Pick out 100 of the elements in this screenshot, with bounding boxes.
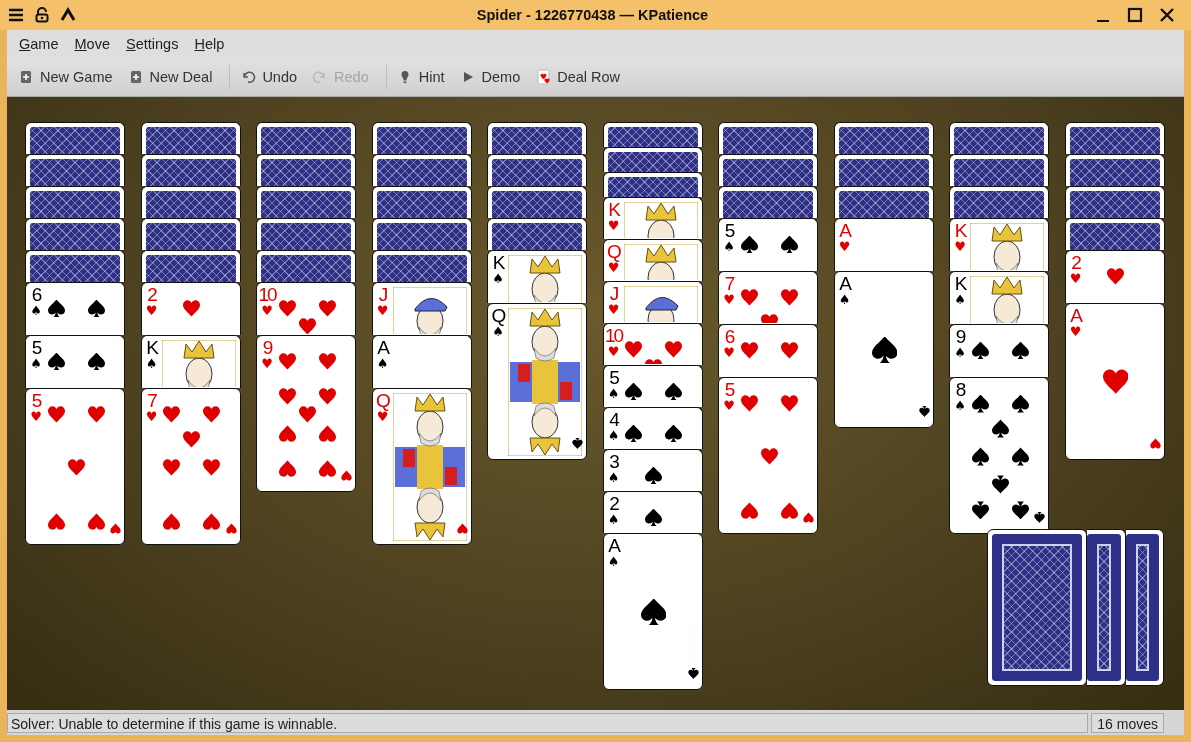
- card-suit: ♥: [30, 410, 42, 423]
- card-back[interactable]: [256, 250, 356, 282]
- playing-card[interactable]: A ♥: [1064, 303, 1165, 460]
- playing-card[interactable]: 2 ♠: [602, 491, 703, 533]
- playing-card[interactable]: Q ♠: [487, 303, 587, 460]
- card-back[interactable]: [718, 154, 818, 186]
- playing-card[interactable]: K ♠: [140, 335, 241, 388]
- playing-card[interactable]: K ♠: [487, 250, 587, 303]
- playing-card[interactable]: A ♥: [833, 218, 934, 271]
- card-rank: K: [608, 200, 619, 219]
- playing-card[interactable]: A ♠: [602, 533, 703, 690]
- playing-card[interactable]: 8 ♠: [949, 377, 1049, 534]
- card-back[interactable]: [25, 186, 125, 218]
- card-back[interactable]: [718, 122, 818, 154]
- card-back[interactable]: [949, 186, 1049, 218]
- card-back[interactable]: [256, 186, 356, 218]
- playing-card[interactable]: J ♥: [371, 282, 472, 335]
- card-back[interactable]: [1064, 218, 1165, 250]
- card-back[interactable]: [140, 122, 241, 154]
- card-back[interactable]: [140, 218, 241, 250]
- card-back[interactable]: [371, 250, 472, 282]
- playing-card[interactable]: A ♠: [833, 271, 934, 428]
- card-back[interactable]: [833, 154, 934, 186]
- document-plus-icon: [18, 68, 34, 85]
- playing-card[interactable]: K ♥: [949, 218, 1049, 271]
- card-back[interactable]: [25, 154, 125, 186]
- card-back[interactable]: [487, 122, 587, 154]
- card-back[interactable]: [949, 122, 1049, 154]
- playing-card[interactable]: 7 ♥: [718, 271, 818, 324]
- playing-card[interactable]: 4 ♠: [602, 407, 703, 449]
- playing-card[interactable]: J ♥: [602, 281, 703, 323]
- toolbar-button[interactable]: New Deal: [123, 64, 221, 89]
- toolbar-button[interactable]: Deal Row: [531, 64, 629, 89]
- card-back[interactable]: [256, 122, 356, 154]
- playing-card[interactable]: 9 ♠: [949, 324, 1049, 377]
- pips-drawing: [640, 599, 667, 625]
- playing-card[interactable]: 2 ♥: [1064, 250, 1165, 303]
- card-back[interactable]: [602, 172, 703, 197]
- toolbar-button[interactable]: Demo: [455, 64, 529, 89]
- playing-card[interactable]: 10 ♥: [256, 282, 356, 335]
- card-rank: J: [609, 284, 618, 303]
- card-suit: ♠: [607, 471, 620, 484]
- card-back[interactable]: [602, 122, 703, 147]
- card-back[interactable]: [949, 154, 1049, 186]
- playing-card[interactable]: K ♠: [949, 271, 1049, 324]
- toolbar-button[interactable]: Undo: [236, 64, 306, 89]
- card-suit: ♠: [145, 357, 158, 370]
- card-back[interactable]: [1087, 529, 1126, 686]
- playing-card[interactable]: Q ♥: [371, 388, 472, 545]
- window-title: Spider - 1226770438 — KPatience: [475, 7, 710, 23]
- card-back[interactable]: [371, 218, 472, 250]
- card-back[interactable]: [487, 186, 587, 218]
- playing-card[interactable]: 6 ♠: [25, 282, 125, 335]
- card-back[interactable]: [371, 122, 472, 154]
- playing-card[interactable]: 10 ♥: [602, 323, 703, 365]
- playing-card[interactable]: 5 ♥: [718, 377, 818, 534]
- card-back[interactable]: [25, 218, 125, 250]
- card-back[interactable]: [1125, 529, 1164, 686]
- playing-card[interactable]: 7 ♥: [140, 388, 241, 545]
- playing-card[interactable]: 6 ♥: [718, 324, 818, 377]
- pips-drawing: [625, 340, 682, 364]
- pips-drawing: [278, 299, 336, 334]
- card-back[interactable]: [718, 186, 818, 218]
- playing-card[interactable]: 5 ♠: [25, 335, 125, 388]
- menu-item[interactable]: Help: [187, 32, 232, 55]
- card-back[interactable]: [25, 122, 125, 154]
- card-back[interactable]: [256, 218, 356, 250]
- toolbar-button[interactable]: Hint: [392, 64, 453, 89]
- playing-card[interactable]: 5 ♥: [25, 388, 125, 545]
- close-icon: [1158, 6, 1176, 24]
- card-back[interactable]: [833, 122, 934, 154]
- card-back[interactable]: [140, 186, 241, 218]
- playing-card[interactable]: K ♥: [602, 197, 703, 239]
- card-back[interactable]: [25, 250, 125, 282]
- card-back[interactable]: [602, 147, 703, 172]
- card-back[interactable]: [1064, 154, 1165, 186]
- card-back[interactable]: [987, 529, 1087, 686]
- menu-item[interactable]: Settings: [119, 32, 186, 55]
- playing-card[interactable]: 3 ♠: [602, 449, 703, 491]
- playing-card[interactable]: 5 ♠: [602, 365, 703, 407]
- card-back[interactable]: [371, 186, 472, 218]
- card-back[interactable]: [487, 154, 587, 186]
- toolbar-button[interactable]: New Game: [14, 64, 121, 89]
- card-back[interactable]: [1064, 122, 1165, 154]
- card-back[interactable]: [833, 186, 934, 218]
- menu-item[interactable]: Move: [67, 32, 117, 55]
- card-back[interactable]: [487, 218, 587, 250]
- playing-card[interactable]: 9 ♥: [256, 335, 356, 492]
- playing-card[interactable]: 2 ♥: [140, 282, 241, 335]
- card-back[interactable]: [140, 250, 241, 282]
- card-back[interactable]: [140, 154, 241, 186]
- card-back[interactable]: [256, 154, 356, 186]
- playing-card[interactable]: A ♠: [371, 335, 472, 388]
- card-suit: ♠: [838, 293, 851, 306]
- card-back[interactable]: [371, 154, 472, 186]
- playing-card[interactable]: 5 ♠: [718, 218, 818, 271]
- playing-card[interactable]: Q ♥: [602, 239, 703, 281]
- spade-icon: [687, 668, 699, 679]
- card-back[interactable]: [1064, 186, 1165, 218]
- menu-item[interactable]: Game: [12, 32, 66, 55]
